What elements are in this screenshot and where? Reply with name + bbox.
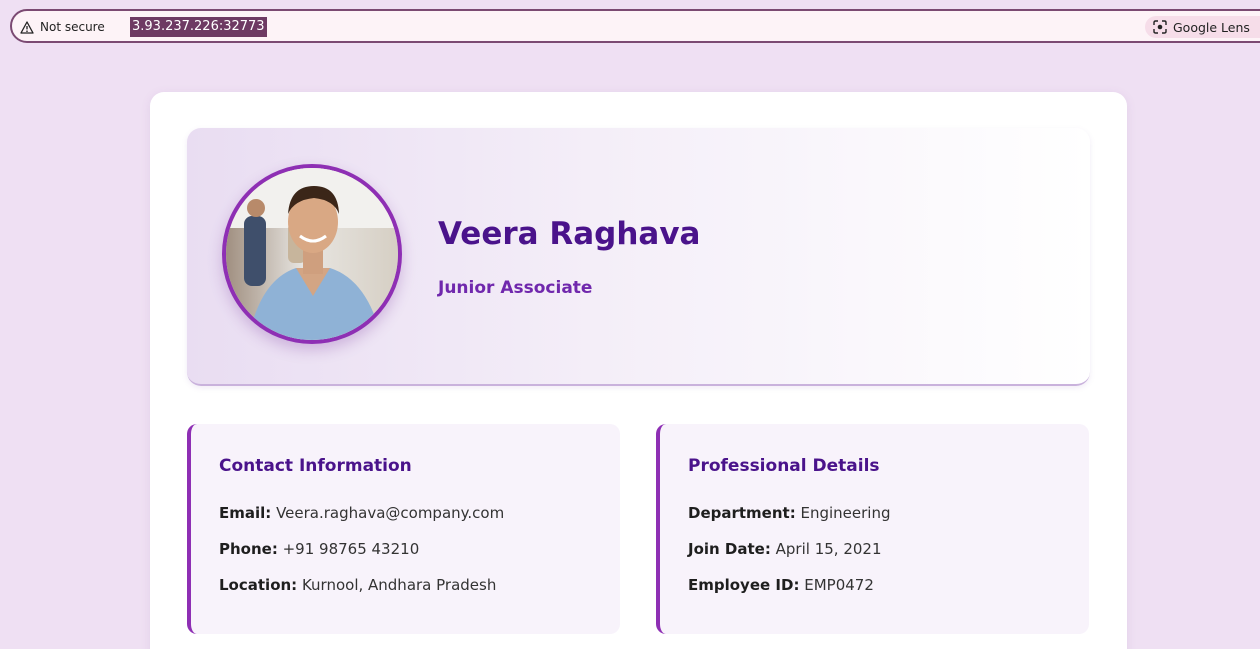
join-date-label: Join Date: [688,540,771,558]
google-lens-icon [1153,20,1167,34]
browser-toolbar: Not secure 3.93.237.226:32773 Google Len… [0,0,1260,48]
location-row: Location: Kurnool, Andhara Pradesh [219,576,496,594]
url-text[interactable]: 3.93.237.226:32773 [130,17,267,37]
department-row: Department: Engineering [688,504,890,522]
employee-id-value: EMP0472 [804,576,874,594]
profile-card: Veera Raghava Junior Associate Contact I… [150,92,1127,649]
department-value: Engineering [800,504,891,522]
professional-heading: Professional Details [688,456,880,476]
employee-id-label: Employee ID: [688,576,800,594]
google-lens-button[interactable]: Google Lens [1145,16,1260,38]
employee-title: Junior Associate [438,278,593,298]
avatar-photo [226,168,398,340]
join-date-row: Join Date: April 15, 2021 [688,540,882,558]
phone-value: +91 98765 43210 [282,540,420,558]
join-date-value: April 15, 2021 [775,540,882,558]
phone-label: Phone: [219,540,278,558]
professional-details-panel: Professional Details Department: Enginee… [656,424,1089,634]
email-label: Email: [219,504,272,522]
warning-icon [20,20,34,34]
email-row: Email: Veera.raghava@company.com [219,504,504,522]
phone-row: Phone: +91 98765 43210 [219,540,419,558]
employee-name: Veera Raghava [438,216,701,252]
employee-id-row: Employee ID: EMP0472 [688,576,874,594]
department-label: Department: [688,504,796,522]
security-label: Not secure [40,20,105,34]
site-security-chip[interactable]: Not secure [20,17,105,37]
contact-information-panel: Contact Information Email: Veera.raghava… [187,424,620,634]
email-value: Veera.raghava@company.com [276,504,505,522]
location-label: Location: [219,576,298,594]
lens-label: Google Lens [1173,19,1250,35]
profile-header: Veera Raghava Junior Associate [187,128,1090,386]
address-bar[interactable]: Not secure 3.93.237.226:32773 Google Len… [10,9,1260,43]
avatar [222,164,402,344]
contact-heading: Contact Information [219,456,412,476]
location-value: Kurnool, Andhara Pradesh [301,576,497,594]
